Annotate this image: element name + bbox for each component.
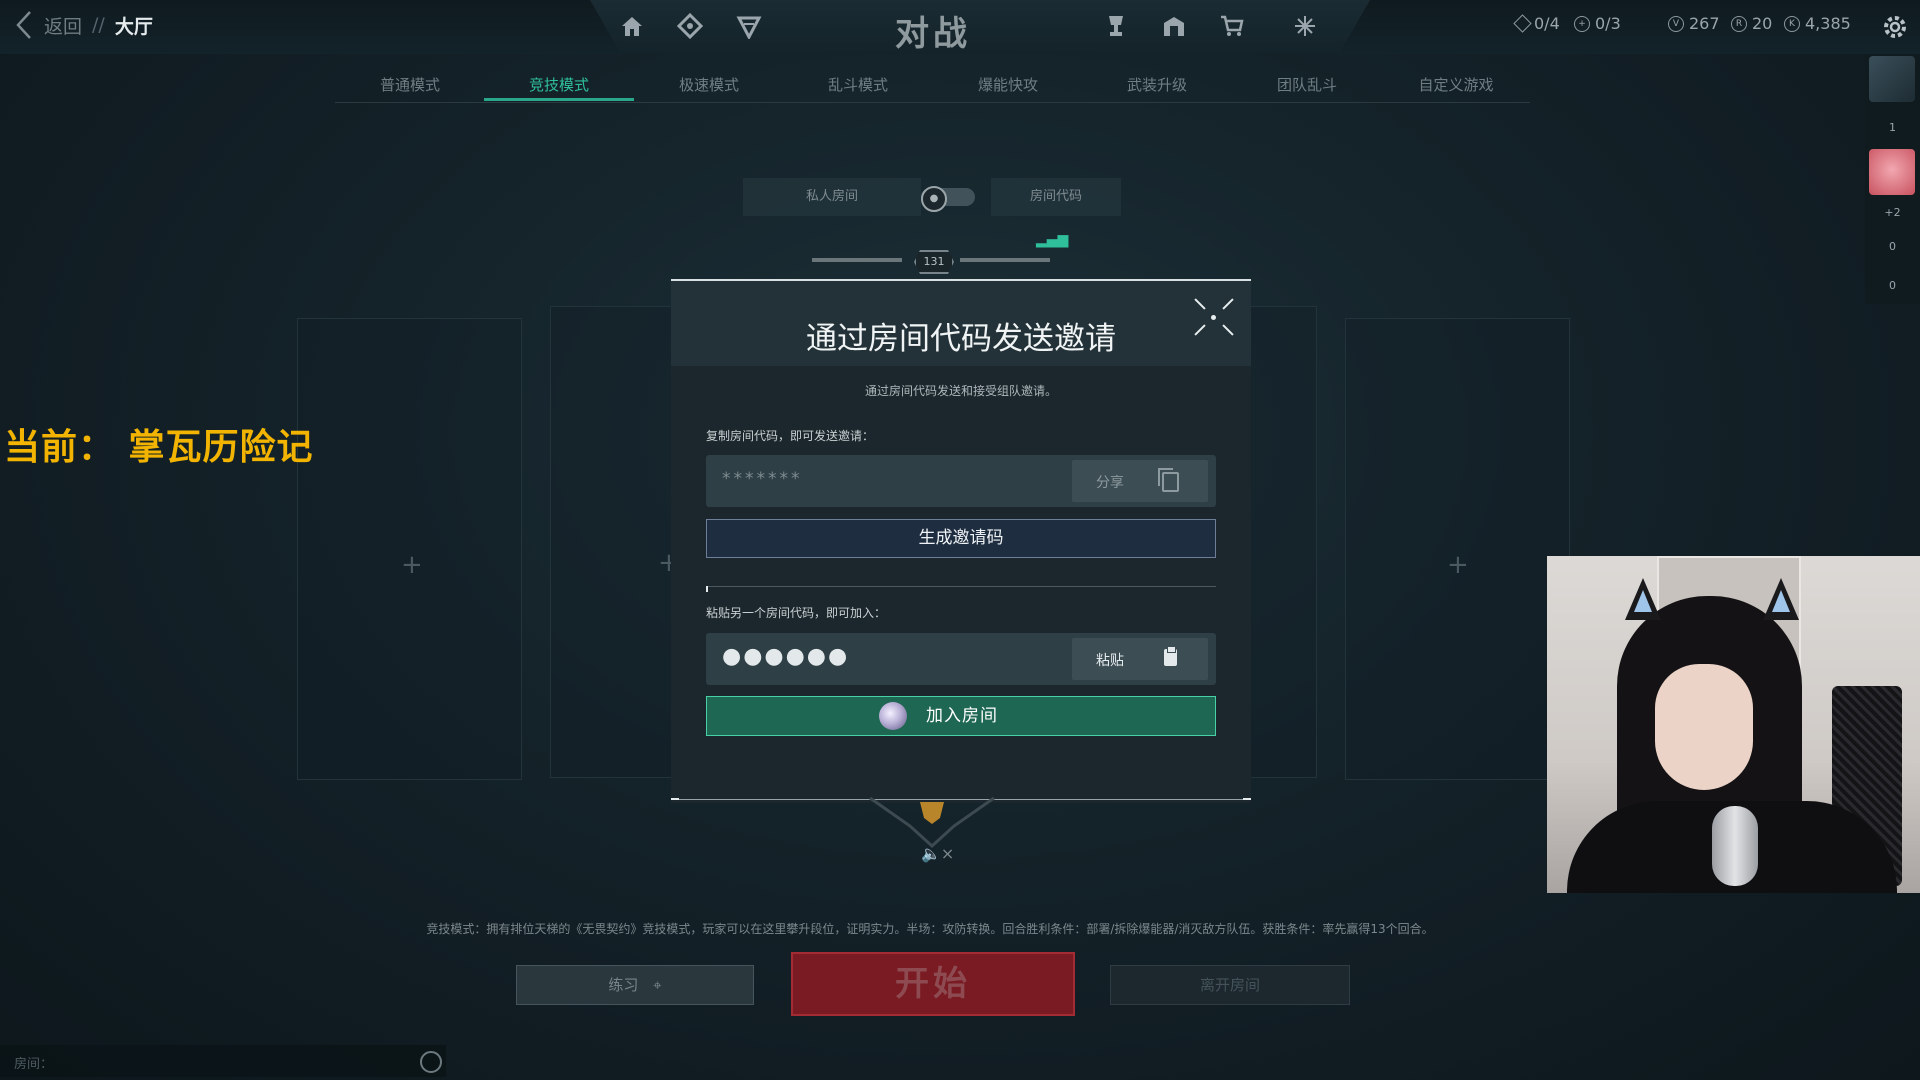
kingdom-credits-icon: K	[1784, 15, 1800, 32]
tab-competitive[interactable]: 竞技模式	[484, 74, 634, 95]
connection-signal-icon: ▂▄▆	[1036, 232, 1069, 248]
breadcrumb-current: 大厅	[114, 15, 153, 38]
join-room-label: 加入房间	[926, 706, 998, 726]
join-room-button[interactable]: 加入房间	[706, 696, 1216, 736]
event-icon[interactable]	[1291, 13, 1319, 41]
missions-value-a: 0/4	[1534, 14, 1560, 33]
share-button[interactable]: 分享	[1072, 460, 1208, 502]
mute-icon[interactable]: 🔈×	[921, 844, 954, 863]
modal-divider	[706, 586, 1216, 587]
generate-code-button[interactable]: 生成邀请码	[706, 519, 1216, 558]
leave-room-button[interactable]: 离开房间	[1110, 965, 1350, 1005]
lock-icon: ●	[921, 186, 947, 212]
tab-team-deathmatch[interactable]: 团队乱斗	[1232, 74, 1382, 95]
radianite-value: 20	[1752, 14, 1773, 33]
friend-avatar[interactable]	[1869, 149, 1915, 195]
breadcrumb-separator: //	[92, 14, 105, 36]
mode-tabs: 普通模式 竞技模式 极速模式 乱斗模式 爆能快攻 武装升级 团队乱斗 自定义游戏	[335, 68, 1530, 103]
settings-gear-icon[interactable]	[1880, 12, 1910, 42]
practice-button[interactable]: 练习 ⌖	[516, 965, 754, 1005]
room-chat-bar[interactable]: 房间：	[0, 1045, 446, 1077]
rank-badge-header: 131	[812, 250, 1052, 280]
social-sidebar: 1 +2 0 0	[1865, 54, 1920, 304]
player-avatar[interactable]	[1869, 56, 1915, 102]
kingdom-credits-value: 4,385	[1805, 14, 1851, 33]
rank-bar-left	[812, 258, 902, 262]
tab-unrated[interactable]: 普通模式	[335, 74, 485, 95]
copy-icon	[1158, 468, 1179, 492]
streamer-webcam	[1547, 556, 1920, 893]
sidebar-count-3: 0	[1889, 279, 1896, 292]
missions-value-b: 0/3	[1595, 14, 1621, 33]
add-player-icon[interactable]: +	[401, 550, 423, 580]
crosshair-icon: ⌖	[653, 976, 662, 994]
tab-spike-rush[interactable]: 爆能快攻	[933, 74, 1083, 95]
home-icon[interactable]	[618, 13, 646, 41]
modal-corner-left	[671, 798, 679, 800]
back-button-label[interactable]: 返回	[44, 12, 82, 39]
start-button[interactable]: 开始	[791, 952, 1075, 1016]
tab-escalation[interactable]: 武装升级	[1082, 74, 1232, 95]
tab-deathmatch[interactable]: 乱斗模式	[783, 74, 933, 95]
add-player-icon[interactable]: +	[1447, 550, 1469, 580]
modal-subtitle: 通过房间代码发送和接受组队邀请。	[864, 384, 1057, 398]
missions-stat-b: + 0/3	[1574, 14, 1621, 33]
missions-stat-a: 0/4	[1513, 14, 1560, 33]
practice-button-label: 练习	[608, 976, 639, 994]
mode-description: 竞技模式：拥有排位天梯的《无畏契约》竞技模式，玩家可以在这里攀升段位，证明实力。…	[426, 922, 1434, 936]
collection-icon[interactable]	[1160, 13, 1188, 41]
paste-code-field[interactable]: ●●●●●● 粘贴	[706, 633, 1216, 685]
chat-label: 房间：	[14, 1057, 54, 1072]
modal-title: 通过房间代码发送邀请	[806, 321, 1116, 357]
paste-button-label: 粘贴	[1096, 653, 1124, 669]
page-title: 对战	[895, 14, 971, 54]
kingdom-credits-stat: K 4,385	[1784, 14, 1851, 33]
paste-button[interactable]: 粘贴	[1072, 638, 1208, 680]
agents-icon[interactable]	[676, 12, 704, 41]
share-button-label: 分享	[1096, 475, 1124, 491]
copy-code-label: 复制房间代码，即可发送邀请：	[706, 429, 875, 443]
vp-currency-icon: V	[1668, 15, 1684, 32]
modal-corner-right	[1243, 798, 1251, 800]
paste-code-label: 粘贴另一个房间代码，即可加入：	[706, 606, 887, 620]
back-navigation[interactable]: 返回 // 大厅	[14, 10, 153, 40]
mission-plus-icon: +	[1574, 15, 1590, 32]
tab-swiftplay[interactable]: 极速模式	[634, 74, 784, 95]
paste-code-value: ●●●●●●	[722, 644, 850, 669]
radianite-stat: R 20	[1731, 14, 1772, 33]
account-level: 131	[914, 250, 954, 274]
stream-overlay-text: 当前： 掌瓦历险记	[4, 426, 314, 468]
sidebar-count-2: 0	[1889, 240, 1896, 253]
invite-by-code-modal: 通过房间代码发送邀请 通过房间代码发送和接受组队邀请。 复制房间代码，即可发送邀…	[671, 279, 1251, 803]
vp-stat: V 267	[1668, 14, 1720, 33]
room-code-field[interactable]: ******* 分享	[706, 455, 1216, 507]
rank-bar-right	[960, 258, 1050, 262]
party-extra-count: +2	[1884, 206, 1901, 219]
radianite-currency-icon: R	[1731, 15, 1747, 32]
private-room-label: 私人房间	[743, 178, 921, 216]
vp-value: 267	[1689, 14, 1720, 33]
sidebar-count-1: 1	[1889, 121, 1896, 134]
tab-custom-game[interactable]: 自定义游戏	[1381, 74, 1531, 95]
clipboard-icon	[1164, 646, 1177, 666]
private-room-row: 私人房间 ● 房间代码	[743, 178, 1121, 216]
room-code-value: *******	[722, 469, 803, 489]
player-slot-5[interactable]	[1345, 318, 1570, 780]
store-cart-icon[interactable]	[1218, 13, 1246, 41]
main-nav	[590, 0, 1370, 54]
career-icon[interactable]	[735, 13, 763, 41]
active-tab-indicator	[484, 98, 634, 101]
room-code-button[interactable]: 房间代码	[991, 178, 1121, 216]
mission-diamond-icon	[1513, 14, 1532, 33]
divider-corner	[706, 586, 708, 592]
chevron-left-icon[interactable]	[14, 10, 34, 40]
battlepass-icon[interactable]	[1102, 13, 1130, 41]
player-slot-1[interactable]	[297, 318, 522, 780]
private-room-toggle[interactable]: ●	[921, 186, 975, 212]
chat-icon[interactable]	[420, 1051, 442, 1073]
close-icon[interactable]	[1191, 295, 1237, 341]
